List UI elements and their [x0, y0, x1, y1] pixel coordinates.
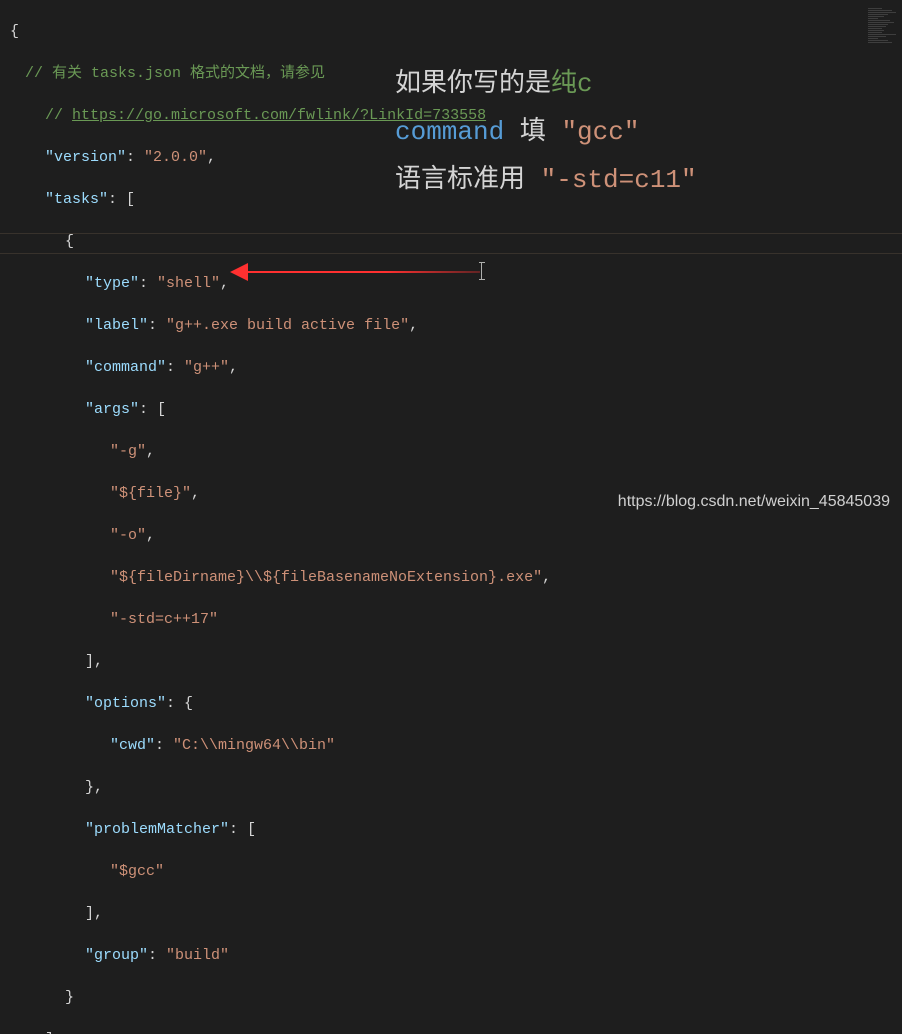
code-line: ],: [10, 651, 902, 672]
text-cursor-icon: [481, 262, 482, 280]
arrow-annotation: [230, 263, 480, 283]
code-line: "args": [: [10, 399, 902, 420]
code-line: {: [10, 231, 902, 252]
code-line: }: [10, 987, 902, 1008]
code-line: ]: [10, 1029, 902, 1034]
code-line: "options": {: [10, 693, 902, 714]
code-line: ],: [10, 903, 902, 924]
code-line: {: [10, 21, 902, 42]
code-line: "cwd": "C:\\mingw64\\bin": [10, 735, 902, 756]
arrow-head-icon: [230, 263, 248, 281]
code-line: },: [10, 777, 902, 798]
code-line: "-std=c++17": [10, 609, 902, 630]
code-line: "$gcc": [10, 861, 902, 882]
code-line: "label": "g++.exe build active file",: [10, 315, 902, 336]
code-line: "group": "build": [10, 945, 902, 966]
watermark-text: https://blog.csdn.net/weixin_45845039: [618, 493, 890, 511]
code-line: "-o",: [10, 525, 902, 546]
minimap[interactable]: [868, 8, 898, 48]
code-line: "command": "g++",: [10, 357, 902, 378]
annotation-overlay: 如果你写的是纯c command 填 "gcc" 语言标准用 "-std=c11…: [395, 60, 697, 204]
code-line: "-g",: [10, 441, 902, 462]
code-line: "problemMatcher": [: [10, 819, 902, 840]
code-line: "${fileDirname}\\${fileBasenameNoExtensi…: [10, 567, 902, 588]
